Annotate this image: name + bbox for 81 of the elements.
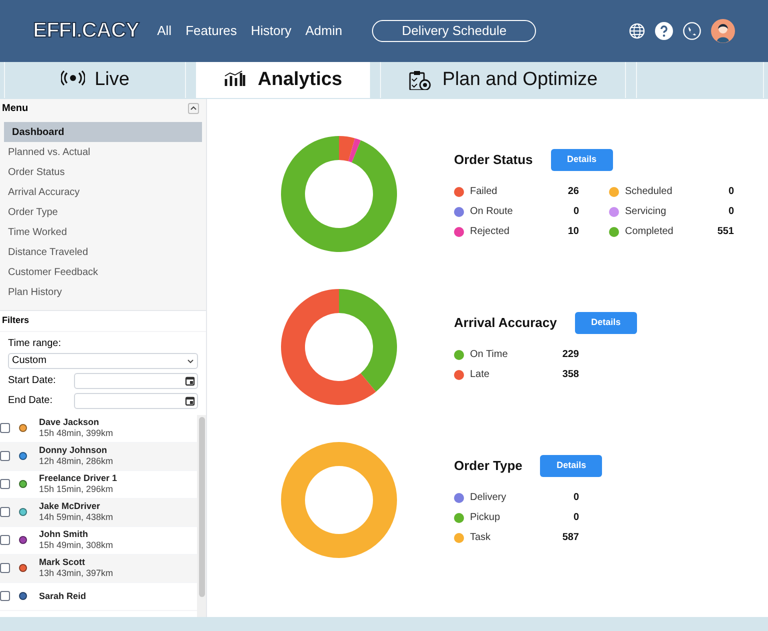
date-field[interactable] — [74, 392, 198, 408]
driver-stats: 12h 48min, 286km — [39, 456, 114, 467]
legend-label: Late — [470, 368, 490, 382]
driver-name: John Smith — [39, 529, 89, 540]
legend-value: 229 — [561, 348, 579, 362]
panel-title: Order Type — [454, 456, 522, 475]
logo: EFFI.CACY — [33, 18, 140, 44]
tab[interactable]: Plan and Optimize — [380, 62, 626, 98]
menu-item[interactable]: Customer Feedback — [0, 262, 206, 282]
legend-label: Completed — [625, 225, 674, 239]
legend-value: 358 — [561, 368, 579, 382]
scrollbar-thumb[interactable] — [198, 416, 204, 596]
legend-value: 0 — [572, 511, 579, 525]
delivery-schedule-button[interactable]: Delivery Schedule — [372, 20, 536, 42]
legend-label: Servicing — [625, 205, 668, 219]
legend-label: Rejected — [470, 225, 510, 239]
legend-value: 0 — [572, 491, 579, 505]
field-label: End Date: — [8, 394, 54, 408]
checkbox[interactable] — [0, 507, 10, 517]
legend-value: 551 — [716, 225, 734, 239]
menu-item[interactable]: Arrival Accuracy — [0, 182, 206, 202]
tab[interactable]: Analytics — [196, 62, 370, 98]
panel-title: Arrival Accuracy — [454, 314, 557, 332]
menu-item[interactable]: Dashboard — [4, 122, 202, 142]
field-label: Start Date: — [8, 374, 57, 388]
menu-item[interactable]: Order Type — [0, 202, 206, 222]
section-title: Filters — [0, 311, 206, 332]
checkbox[interactable] — [0, 423, 10, 433]
driver-name: Mark Scott — [39, 557, 86, 568]
calendar-icon — [185, 376, 195, 386]
menu-item[interactable]: Order Status — [0, 162, 206, 182]
legend-label: Delivery — [470, 491, 508, 505]
driver-stats: 15h 15min, 296km — [39, 484, 114, 495]
avatar-icon — [711, 19, 735, 43]
legend-label: Task — [470, 531, 492, 545]
nav-link[interactable]: History — [250, 21, 292, 41]
checkbox[interactable] — [0, 591, 10, 601]
menu-item[interactable]: Plan History — [0, 282, 206, 302]
legend-label: Pickup — [470, 511, 502, 525]
menu-item[interactable]: Time Worked — [0, 222, 206, 242]
panel-title: Order Status — [454, 150, 533, 169]
driver-name: Jake McDriver — [39, 501, 102, 512]
field-label: Time range: — [7, 336, 62, 350]
checkbox[interactable] — [0, 563, 10, 573]
legend-label: Scheduled — [625, 185, 674, 199]
nav-link[interactable]: Features — [186, 21, 237, 41]
checkbox[interactable] — [0, 451, 10, 461]
legend-value: 0 — [727, 205, 734, 219]
driver-name: Sarah Reid — [39, 590, 86, 602]
phone-icon — [683, 22, 701, 40]
menu-item[interactable]: Planned vs. Actual — [0, 142, 206, 162]
chevron-down-icon — [186, 356, 195, 364]
clipboard-target-icon — [408, 70, 432, 90]
legend-value: 10 — [566, 225, 579, 239]
section-title: Menu — [2, 102, 28, 116]
checkbox[interactable] — [0, 479, 10, 489]
help-icon — [655, 22, 673, 40]
tab[interactable]: Live — [4, 62, 186, 98]
driver-name: Freelance Driver 1 — [39, 473, 118, 484]
time-range-select[interactable]: Custom — [8, 352, 198, 368]
nav-link[interactable]: All — [157, 21, 172, 41]
legend-label: On Time — [470, 348, 509, 362]
collapse-icon — [188, 103, 199, 114]
driver-name: Donny Johnson — [39, 445, 108, 456]
driver-stats: 14h 59min, 438km — [39, 512, 114, 523]
legend-label: Failed — [470, 185, 498, 199]
nav-link[interactable]: Admin — [305, 21, 342, 41]
legend-value: 587 — [561, 531, 579, 545]
legend-label: On Route — [470, 205, 514, 219]
driver-name: Dave Jackson — [39, 417, 100, 428]
date-field[interactable] — [74, 372, 198, 388]
checkbox[interactable] — [0, 535, 10, 545]
calendar-icon — [185, 396, 195, 406]
driver-stats: 15h 48min, 399km — [39, 428, 114, 439]
driver-stats: 13h 43min, 397km — [39, 568, 114, 579]
driver-stats: 15h 49min, 308km — [39, 540, 114, 551]
legend-value: 0 — [572, 205, 579, 219]
menu-item[interactable]: Distance Traveled — [0, 242, 206, 262]
legend-value: 0 — [727, 185, 734, 199]
legend-value: 26 — [566, 185, 579, 199]
globe-icon — [629, 23, 645, 39]
